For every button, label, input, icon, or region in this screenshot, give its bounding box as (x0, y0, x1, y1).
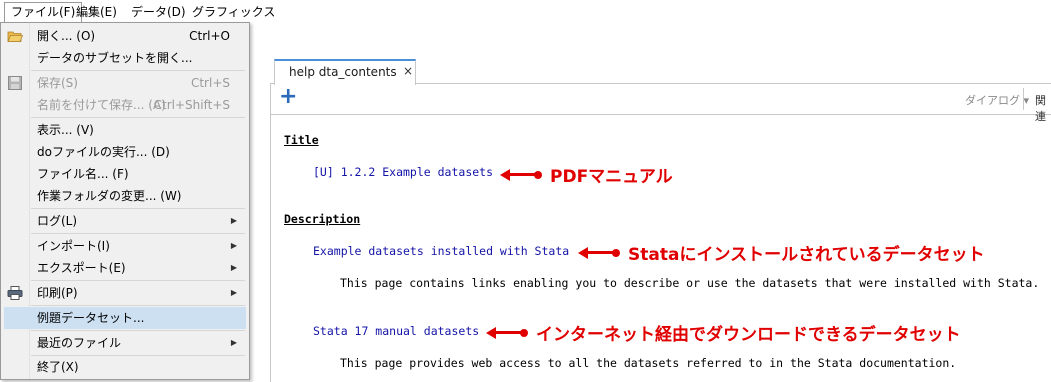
title-heading: Title (284, 133, 319, 147)
arrow-left-icon (578, 246, 588, 259)
menu-item-log[interactable]: ログ(L) ▶ (4, 210, 246, 232)
menu-separator (31, 208, 245, 209)
menu-item-open[interactable]: 開く... (O) Ctrl+O (4, 25, 246, 47)
close-icon[interactable]: × (403, 64, 413, 78)
menu-item-print[interactable]: 印刷(P) ▶ (4, 282, 246, 304)
installed-datasets-text: This page contains links enabling you to… (340, 276, 1040, 290)
menu-item-recent-files[interactable]: 最近のファイル ▶ (4, 332, 246, 354)
submenu-arrow-icon: ▶ (230, 263, 237, 272)
menu-item-example-datasets[interactable]: 例題データセット... (4, 307, 246, 329)
menu-item-import[interactable]: インポート(I) ▶ (4, 235, 246, 257)
tab-title: help dta_contents (289, 65, 397, 79)
manual-datasets-text: This page provides web access to all the… (340, 356, 957, 370)
menu-item-save-as[interactable]: 名前を付けて保存... (A) Ctrl+Shift+S (4, 94, 246, 116)
arrow-left-icon (486, 326, 496, 339)
menu-edit[interactable]: 編集(E) (70, 3, 123, 21)
printer-icon (7, 286, 23, 300)
menu-item-change-wd[interactable]: 作業フォルダの変更... (W) (4, 185, 246, 207)
annotation-pdf-manual: PDFマニュアル (500, 162, 673, 187)
annotation-internet: インターネット経由でダウンロードできるデータセット (486, 320, 961, 345)
submenu-arrow-icon: ▶ (230, 241, 237, 250)
menu-item-filename[interactable]: ファイル名... (F) (4, 163, 246, 185)
submenu-arrow-icon: ▶ (230, 338, 237, 347)
arrow-left-icon (500, 168, 510, 181)
file-menu-dropdown: 開く... (O) Ctrl+O データのサブセットを開く... 保存(S) C… (0, 22, 250, 380)
plus-icon[interactable]: + (279, 86, 297, 108)
installed-datasets-link[interactable]: Example datasets installed with Stata (313, 244, 569, 258)
description-heading: Description (284, 212, 361, 226)
menu-separator (31, 280, 245, 281)
submenu-arrow-icon: ▶ (230, 288, 237, 297)
manual-datasets-link[interactable]: Stata 17 manual datasets (313, 324, 479, 338)
menu-separator (31, 70, 245, 71)
menu-item-do[interactable]: doファイルの実行... (D) (4, 141, 246, 163)
save-disk-icon (8, 76, 22, 90)
menu-separator (31, 330, 245, 331)
open-folder-icon (7, 31, 23, 42)
menu-item-open-subset[interactable]: データのサブセットを開く... (4, 47, 246, 69)
dialog-dropdown[interactable]: ダイアログ ▾ (965, 92, 1029, 108)
tab-help-dta-contents[interactable]: help dta_contents × (274, 59, 416, 85)
annotation-installed: Stataにインストールされているデータセット (578, 240, 985, 265)
menu-item-save[interactable]: 保存(S) Ctrl+S (4, 72, 246, 94)
viewer-toolbar: + ダイアログ ▾ 関連 (270, 84, 1051, 123)
menu-graphics[interactable]: グラフィックス (186, 3, 281, 21)
toolbar-divider (1023, 88, 1024, 110)
menu-data[interactable]: データ(D) (125, 3, 192, 21)
menu-item-export[interactable]: エクスポート(E) ▶ (4, 257, 246, 279)
menu-separator (31, 117, 245, 118)
menu-separator (31, 233, 245, 234)
menu-item-view[interactable]: 表示... (V) (4, 119, 246, 141)
menu-bar: ファイル(F) 編集(E) データ(D) グラフィックス (0, 0, 1051, 23)
submenu-arrow-icon: ▶ (230, 216, 237, 225)
menu-separator (31, 305, 245, 306)
viewer-tabstrip: help dta_contents × (270, 57, 1051, 85)
manual-link[interactable]: [U] 1.2.2 Example datasets (313, 165, 493, 179)
menu-item-exit[interactable]: 終了(X) (4, 356, 246, 378)
